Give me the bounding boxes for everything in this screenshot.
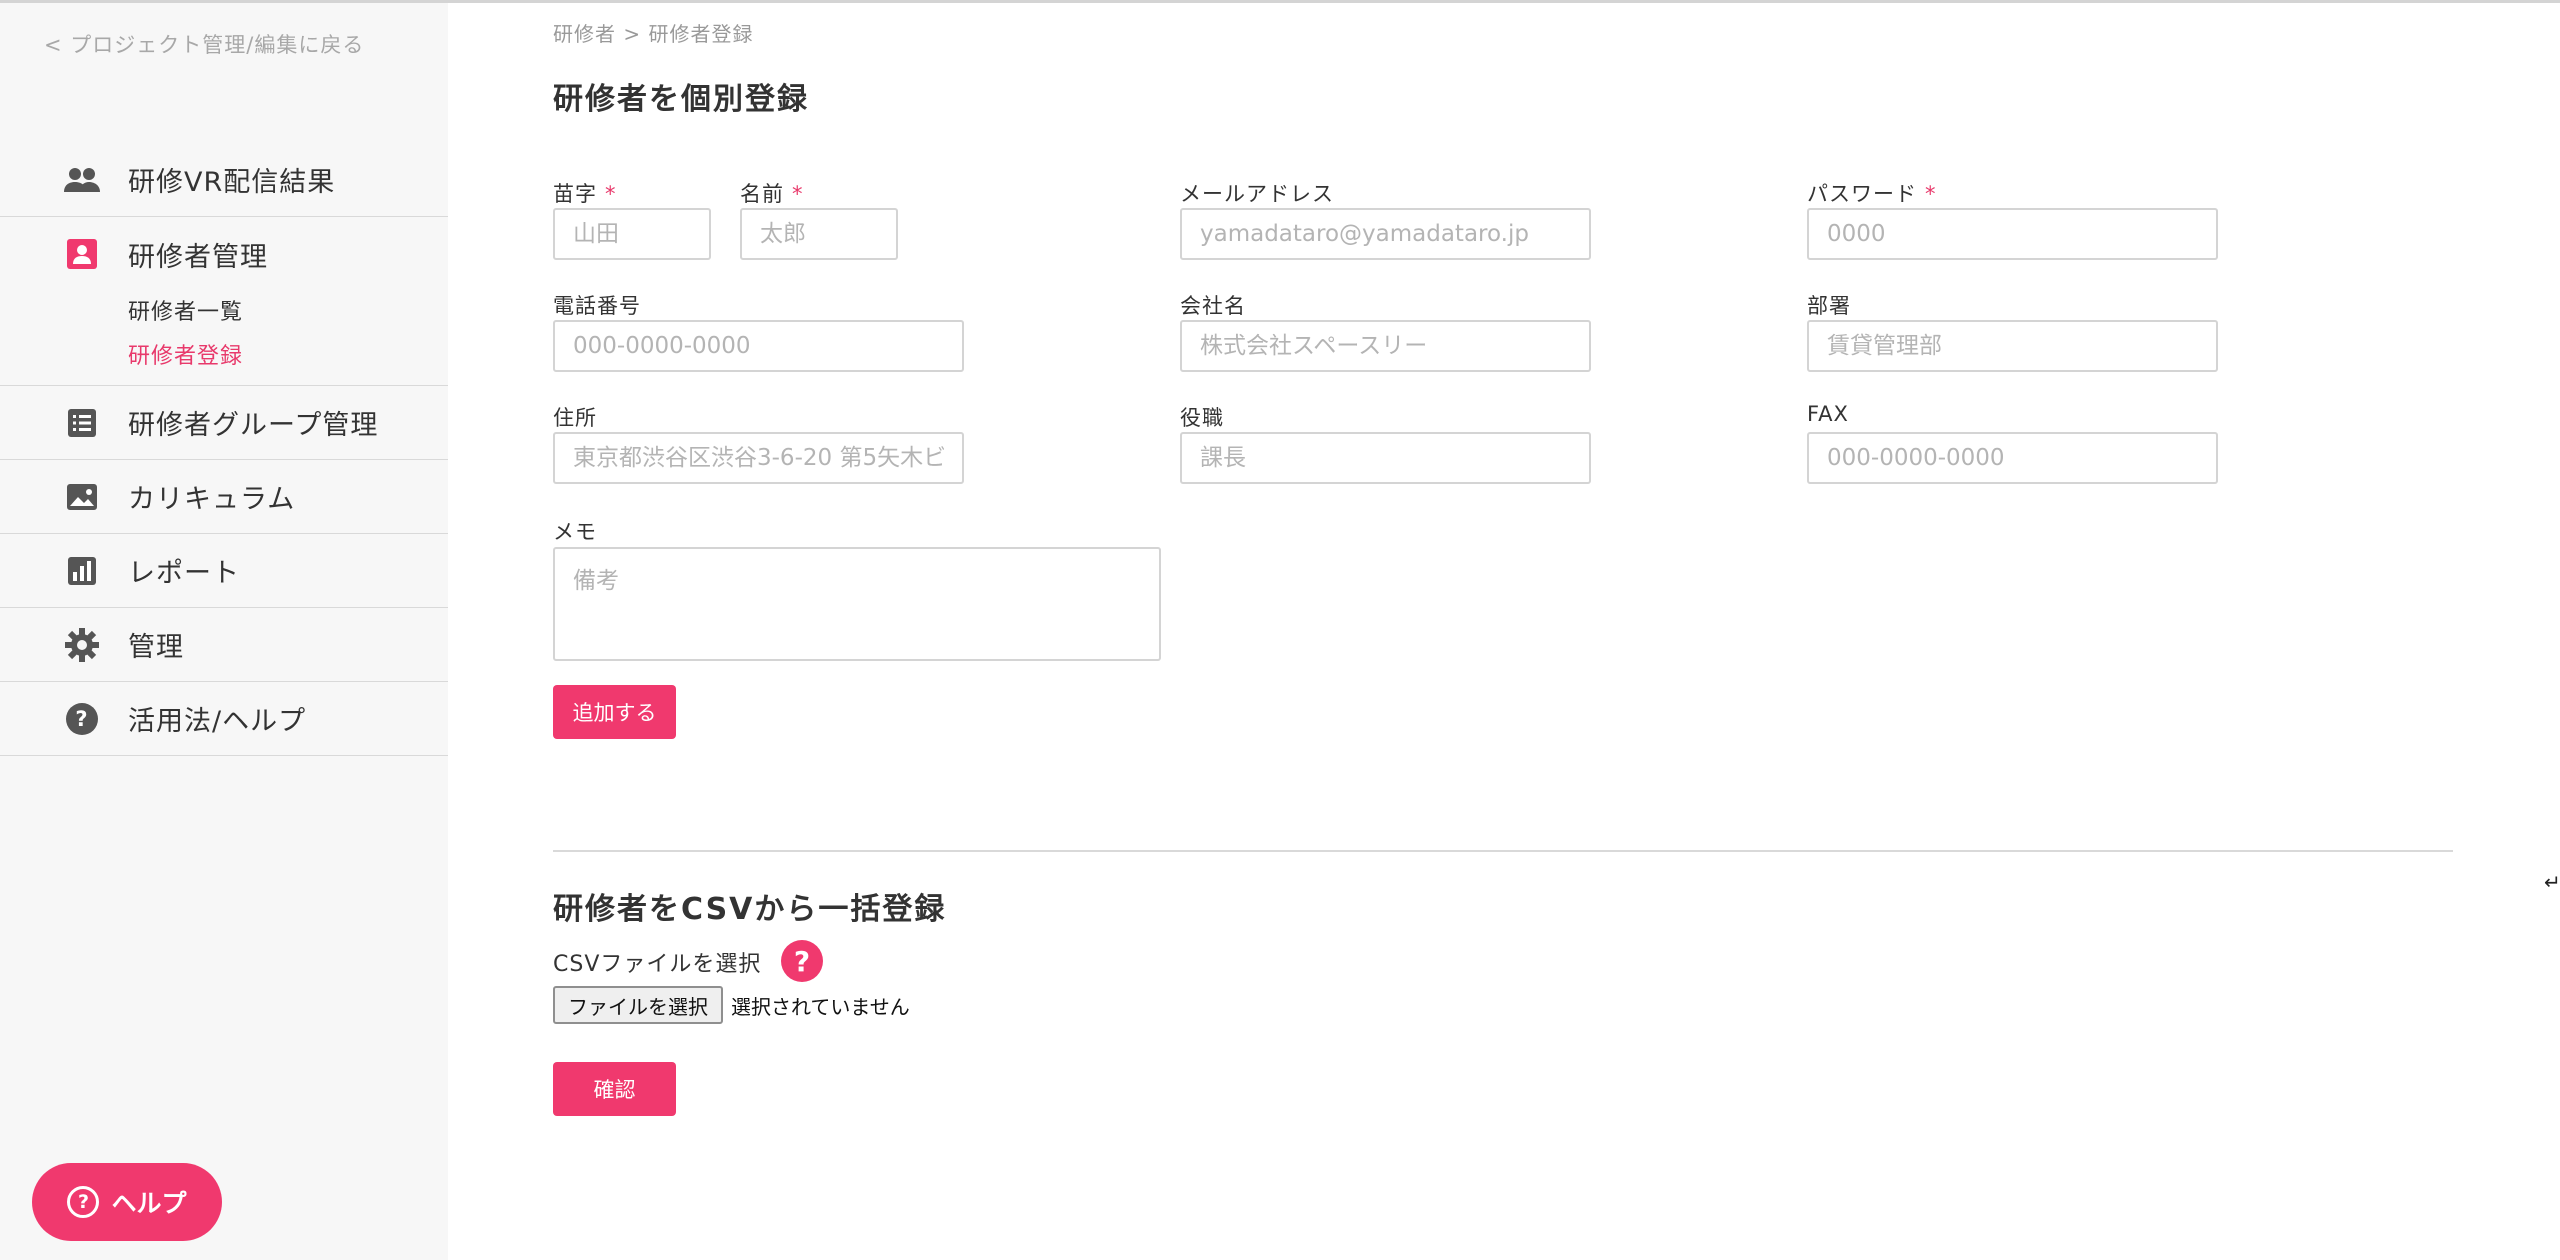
password-label: パスワード * (1807, 178, 1937, 208)
first-name-label: 名前 * (740, 178, 804, 208)
email-input[interactable] (1180, 208, 1591, 260)
company-input[interactable] (1180, 320, 1591, 372)
sidebar-item-help[interactable]: ? 活用法/ヘルプ (0, 682, 448, 756)
sidebar-item-group-management[interactable]: 研修者グループ管理 (0, 386, 448, 460)
memo-label: メモ (553, 520, 597, 544)
fax-input[interactable] (1807, 432, 2218, 484)
first-name-input[interactable] (740, 208, 898, 260)
last-name-label: 苗字 * (553, 178, 617, 208)
password-label-text: パスワード (1807, 182, 1917, 206)
user-card-icon (64, 236, 100, 272)
phone-label: 電話番号 (553, 294, 641, 318)
password-input[interactable] (1807, 208, 2218, 260)
question-icon: ? (64, 701, 100, 737)
confirm-button[interactable]: 確認 (553, 1062, 676, 1116)
sidebar-nav: 研修VR配信結果 研修者管理 研修者一覧 研修者登録 研修者グループ管理 カリキ… (0, 143, 448, 756)
image-icon (64, 479, 100, 515)
sidebar-item-vr-results[interactable]: 研修VR配信結果 (0, 143, 448, 217)
add-trainee-button[interactable]: 追加する (553, 685, 676, 739)
list-icon (64, 405, 100, 441)
csv-select-label: CSVファイルを選択 (553, 952, 762, 977)
trainee-subnav: 研修者一覧 研修者登録 (0, 291, 448, 386)
bar-chart-icon (64, 553, 100, 589)
choose-file-button[interactable]: ファイルを選択 (553, 986, 723, 1024)
sidebar-item-report[interactable]: レポート (0, 534, 448, 608)
required-mark: * (1925, 182, 1937, 206)
email-label: メールアドレス (1180, 182, 1334, 206)
svg-text:?: ? (75, 707, 88, 731)
main-content: 研修者 > 研修者登録 研修者を個別登録 苗字 * 名前 * メールアドレス パスワ… (553, 0, 2453, 1260)
file-status-text: 選択されていません (731, 995, 910, 1019)
help-button-label: ヘルプ (111, 1189, 187, 1218)
department-input[interactable] (1807, 320, 2218, 372)
users-icon (64, 162, 100, 198)
last-name-label-text: 苗字 (553, 182, 597, 206)
sidebar-item-admin[interactable]: 管理 (0, 608, 448, 682)
required-mark: * (792, 182, 804, 206)
department-label: 部署 (1807, 294, 1851, 318)
position-input[interactable] (1180, 432, 1591, 484)
sidebar-item-curriculum[interactable]: カリキュラム (0, 460, 448, 534)
first-name-label-text: 名前 (740, 182, 784, 206)
csv-section-title: 研修者をCSVから一括登録 (553, 892, 947, 927)
sidebar-item-label: 管理 (128, 632, 184, 663)
question-icon: ? (67, 1186, 100, 1218)
fax-label: FAX (1807, 402, 1849, 426)
resize-arrow-icon: ↵ (2544, 870, 2560, 894)
section-divider (553, 850, 2453, 852)
required-mark: * (605, 182, 617, 206)
sidebar-item-label: 研修VR配信結果 (128, 167, 336, 198)
memo-textarea[interactable] (553, 547, 1161, 661)
breadcrumb: 研修者 > 研修者登録 (553, 22, 754, 46)
sidebar-item-label: カリキュラム (128, 484, 296, 515)
csv-help-icon[interactable]: ? (781, 940, 823, 982)
last-name-input[interactable] (553, 208, 711, 260)
address-label: 住所 (553, 406, 597, 430)
address-input[interactable] (553, 432, 964, 484)
gear-icon (64, 627, 100, 663)
phone-input[interactable] (553, 320, 964, 372)
position-label: 役職 (1180, 406, 1224, 430)
sidebar-item-label: 研修者管理 (128, 241, 268, 273)
sidebar-item-label: レポート (128, 558, 240, 589)
company-label: 会社名 (1180, 294, 1246, 318)
back-to-project-link[interactable]: < プロジェクト管理/編集に戻る (44, 29, 364, 59)
sidebar: < プロジェクト管理/編集に戻る 研修VR配信結果 研修者管理 研修者一覧 研修… (0, 3, 448, 1260)
subnav-item-trainee-register[interactable]: 研修者登録 (128, 335, 448, 379)
floating-help-button[interactable]: ? ヘルプ (32, 1163, 222, 1241)
page-title: 研修者を個別登録 (553, 82, 809, 117)
sidebar-item-trainee-management[interactable]: 研修者管理 (0, 217, 448, 291)
subnav-item-trainee-list[interactable]: 研修者一覧 (128, 291, 448, 335)
sidebar-item-label: 研修者グループ管理 (128, 410, 379, 441)
sidebar-item-label: 活用法/ヘルプ (128, 706, 307, 737)
